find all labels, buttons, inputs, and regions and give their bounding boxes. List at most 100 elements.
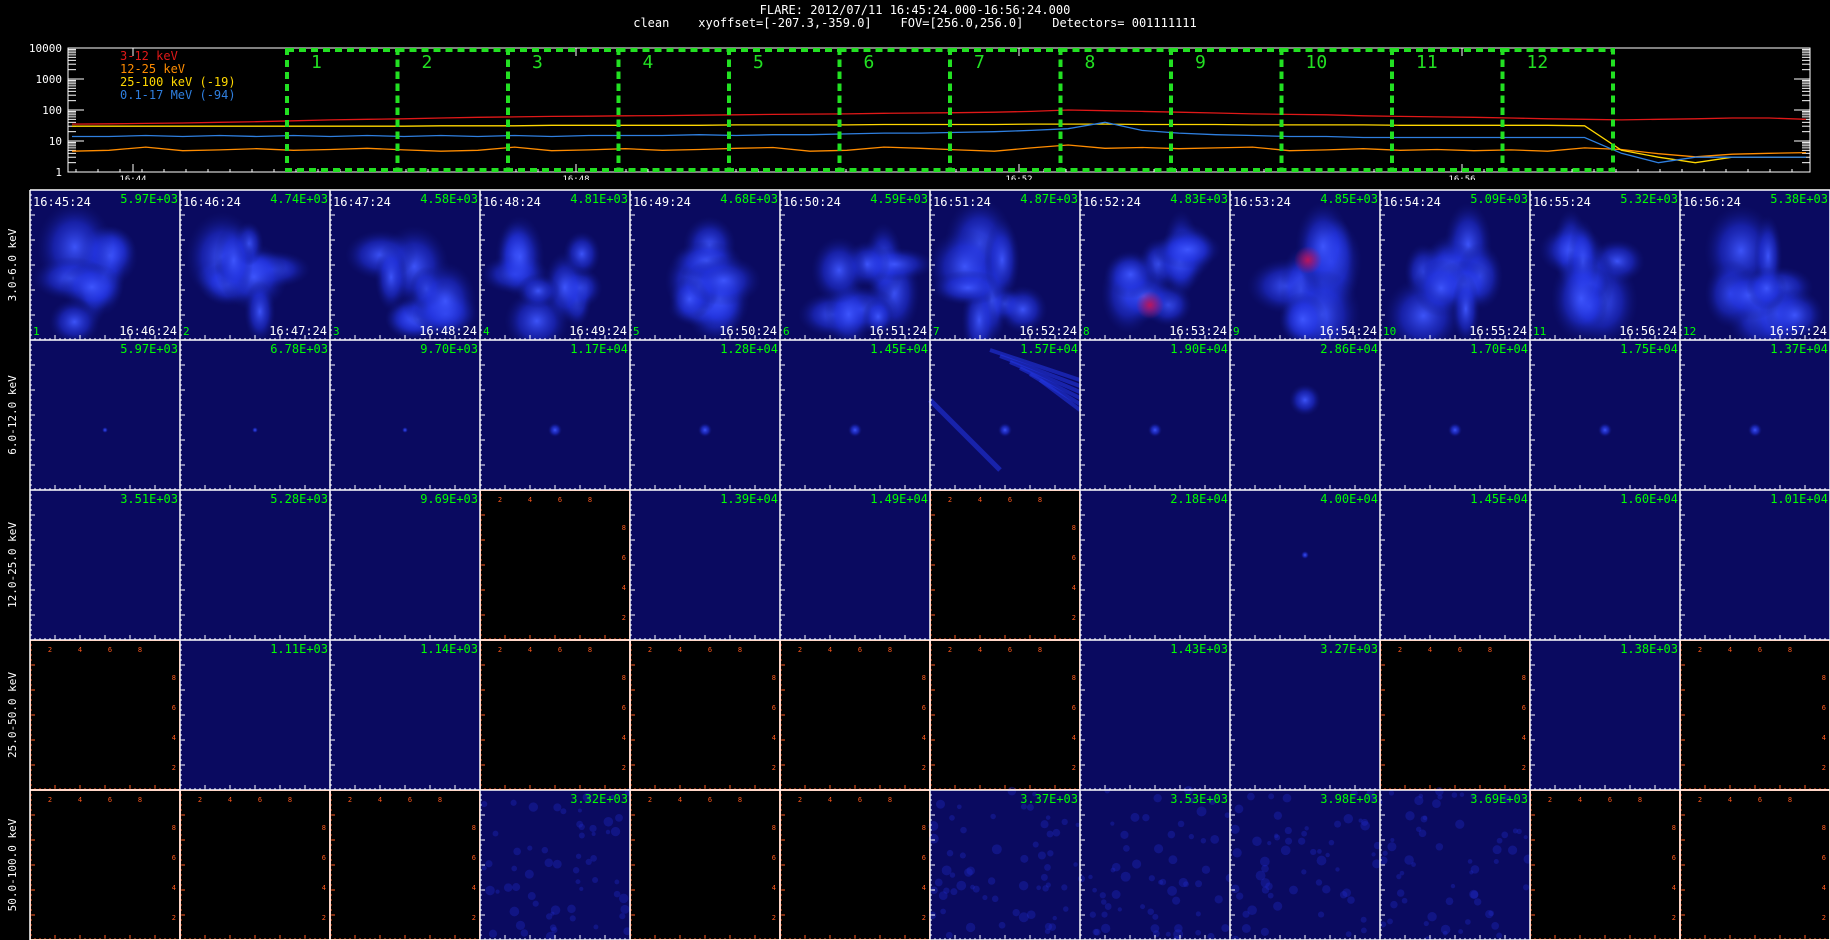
noise-speckle [527, 892, 536, 901]
max-value-label: 1.11E+03 [270, 642, 328, 656]
noise-speckle [1405, 811, 1415, 821]
max-value-label: 5.28E+03 [270, 492, 328, 506]
axis-tick-label: 8 [588, 496, 592, 504]
start-time-label: 16:51:24 [933, 195, 991, 209]
noise-speckle [1168, 855, 1178, 865]
noise-speckle [1387, 918, 1393, 925]
axis-tick-label: 8 [772, 674, 776, 682]
noise-speckle [569, 915, 576, 922]
source-blob [1148, 423, 1162, 437]
noise-speckle [1231, 884, 1240, 893]
noise-speckle [1507, 845, 1518, 855]
noise-speckle [1360, 820, 1370, 831]
image-cell [30, 340, 180, 490]
energy-band-label: 25.0-50.0 keV [6, 672, 19, 758]
noise-speckle [488, 929, 498, 938]
source-blob [252, 427, 258, 433]
axis-tick-label: 4 [172, 734, 176, 742]
noise-speckle [1390, 900, 1398, 909]
source-blob [374, 243, 408, 312]
noise-speckle [1435, 787, 1444, 796]
energy-band-label: 12.0-25.0 keV [6, 522, 19, 608]
start-time-label: 16:53:24 [1233, 195, 1291, 209]
image-cell [1680, 790, 1830, 940]
axis-tick-label: 2 [498, 646, 502, 654]
noise-speckle [1501, 831, 1509, 839]
axis-tick-label: 2 [1072, 764, 1076, 772]
noise-speckle [492, 830, 499, 837]
interval-number: 1 [33, 325, 40, 338]
noise-speckle [1196, 806, 1207, 817]
max-value-label: 1.75E+04 [1620, 342, 1678, 356]
noise-speckle [1130, 812, 1140, 822]
noise-speckle [1207, 932, 1215, 940]
noise-speckle [1147, 908, 1155, 915]
end-time-label: 16:49:24 [569, 324, 627, 338]
noise-speckle [1110, 867, 1116, 873]
noise-speckle [1046, 830, 1054, 838]
noise-speckle [524, 869, 534, 879]
noise-speckle [575, 879, 581, 885]
noise-speckle [1142, 813, 1150, 822]
source-blob [48, 298, 101, 345]
max-value-label: 4.74E+03 [270, 192, 328, 206]
image-cell [1530, 640, 1680, 790]
end-time-label: 16:48:24 [419, 324, 477, 338]
axis-tick-label: 2 [648, 646, 652, 654]
interval-number: 11 [1533, 325, 1546, 338]
image-grid: 3.0-6.0 keV6.0-12.0 keV12.0-25.0 keV25.0… [6, 189, 1830, 940]
axis-tick-label: 6 [558, 646, 562, 654]
noise-speckle [1322, 885, 1331, 894]
noise-speckle [1325, 852, 1330, 858]
noise-speckle [481, 800, 488, 808]
axis-tick-label: 8 [922, 674, 926, 682]
noise-speckle [1132, 859, 1142, 869]
image-cell [930, 340, 1080, 490]
axis-tick-label: 2 [322, 914, 326, 922]
noise-speckle [1432, 799, 1441, 808]
noise-speckle [576, 820, 584, 828]
axis-tick-label: 8 [138, 796, 142, 804]
axis-tick-label: 4 [622, 734, 626, 742]
noise-speckle [1390, 837, 1395, 843]
noise-speckle [945, 931, 953, 939]
noise-speckle [1032, 841, 1039, 848]
noise-speckle [1360, 916, 1367, 923]
noise-speckle [959, 852, 966, 859]
noise-speckle [1423, 920, 1429, 927]
noise-speckle [610, 826, 621, 837]
image-cell [1080, 340, 1230, 490]
max-value-label: 5.38E+03 [1770, 192, 1828, 206]
noise-speckle [1100, 899, 1107, 905]
source-blob [102, 427, 108, 433]
image-cell [30, 490, 180, 640]
noise-speckle [550, 911, 555, 916]
noise-speckle [603, 817, 614, 827]
axis-tick-label: 2 [1698, 796, 1702, 804]
max-value-label: 3.32E+03 [570, 792, 628, 806]
axis-tick-label: 4 [1728, 646, 1732, 654]
noise-speckle [1167, 830, 1176, 839]
image-cell [630, 790, 780, 940]
noise-speckle [1073, 862, 1078, 867]
axis-tick-label: 4 [172, 884, 176, 892]
noise-speckle [1020, 854, 1029, 863]
noise-speckle [1188, 833, 1195, 840]
max-value-label: 4.00E+04 [1320, 492, 1378, 506]
noise-speckle [1345, 931, 1352, 938]
axis-tick-label: 4 [1578, 796, 1582, 804]
axis-tick-label: 4 [1822, 734, 1826, 742]
noise-speckle [589, 824, 597, 833]
max-value-label: 4.59E+03 [870, 192, 928, 206]
axis-tick-label: 8 [772, 824, 776, 832]
noise-speckle [532, 900, 539, 907]
noise-speckle [1317, 849, 1322, 854]
noise-speckle [1044, 928, 1051, 935]
max-value-label: 3.53E+03 [1170, 792, 1228, 806]
noise-speckle [577, 808, 582, 813]
max-value-label: 4.83E+03 [1170, 192, 1228, 206]
noise-speckle [579, 886, 584, 891]
axis-tick-label: 6 [858, 796, 862, 804]
axis-tick-label: 4 [678, 646, 682, 654]
max-value-label: 4.58E+03 [420, 192, 478, 206]
